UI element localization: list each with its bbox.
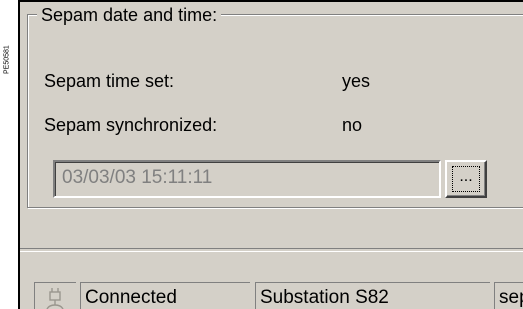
connection-plug-icon: [46, 288, 64, 309]
focus-rectangle: [452, 166, 480, 192]
status-icon-cell: [34, 282, 76, 309]
synchronized-value: no: [342, 115, 363, 135]
side-reference-code: PE50581: [3, 45, 11, 75]
connection-status: Connected: [80, 282, 250, 309]
synchronized-label: Sepam synchronized:: [44, 115, 218, 135]
screenshot-stage: PE50581 Sepam date and time: Sepam time …: [0, 0, 523, 309]
time-set-value: yes: [342, 71, 371, 91]
separator: [20, 248, 523, 252]
date-time-field[interactable]: 03/03/03 15:11:11: [53, 160, 441, 198]
substation-status: Substation S82: [255, 282, 490, 309]
time-set-label: Sepam time set:: [44, 71, 175, 91]
group-title: Sepam date and time:: [37, 4, 222, 26]
third-status-field: sep: [494, 282, 523, 309]
date-picker-button[interactable]: ...: [445, 160, 487, 198]
sepam-window: Sepam date and time: Sepam time set: yes…: [18, 0, 523, 309]
status-bar: Connected Substation S82 sep: [20, 276, 523, 309]
